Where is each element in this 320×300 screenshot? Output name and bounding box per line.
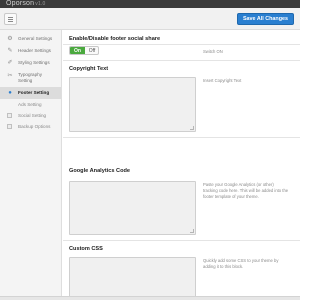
hamburger-line xyxy=(8,17,13,18)
copyright-help: Insert Copyright Text xyxy=(203,78,242,83)
custom-css-title: Custom CSS xyxy=(69,246,103,252)
sidebar-item-footer[interactable]: ● Footer Setting xyxy=(0,87,61,99)
save-all-changes-button[interactable]: Save All Changes xyxy=(236,13,294,25)
pencil-icon: ✎ xyxy=(7,48,13,54)
brand-logo: Oporsonv1.0 xyxy=(6,0,46,8)
social-share-title: Enable/Disable footer social share xyxy=(69,36,161,42)
sidebar-item-label: Header Settings xyxy=(18,48,51,53)
main-content: Enable/Disable footer social share On Of… xyxy=(63,30,300,300)
divider xyxy=(63,240,300,241)
divider xyxy=(63,137,300,138)
sidebar-item-label: Social Setting xyxy=(18,113,47,118)
sidebar-item-label: Footer Setting xyxy=(18,90,50,95)
footer-icon: ● xyxy=(8,90,12,96)
brand-version: v1.0 xyxy=(35,1,46,7)
copyright-title: Copyright Text xyxy=(69,66,109,72)
sidebar-item-label: Ads Setting xyxy=(18,102,42,107)
wrench-icon: ✂ xyxy=(7,73,13,79)
sidebar-item-label: Styling Settings xyxy=(18,60,50,65)
hamburger-line xyxy=(8,21,13,22)
sidebar-item-label: Backup Options xyxy=(18,124,51,129)
sidebar-item-ads[interactable]: Ads Setting xyxy=(0,99,61,110)
sidebar-item-social[interactable]: Social Setting xyxy=(0,110,61,121)
toggle-on[interactable]: On xyxy=(70,47,85,54)
divider xyxy=(63,44,300,45)
bottom-bar xyxy=(0,296,300,300)
gear-icon: ⚙ xyxy=(7,36,13,42)
checkbox-icon xyxy=(7,113,12,118)
sidebar-item-styling[interactable]: ✐ Styling Settings xyxy=(0,57,61,69)
sidebar: ⚙ General Settings ✎ Header Settings ✐ S… xyxy=(0,30,62,300)
checkbox-icon xyxy=(7,124,12,129)
hamburger-line xyxy=(8,19,13,20)
custom-css-textarea[interactable] xyxy=(69,257,196,300)
analytics-help: Paste your Google Analytics (or other) t… xyxy=(203,182,289,199)
divider xyxy=(63,60,300,61)
sidebar-item-header[interactable]: ✎ Header Settings xyxy=(0,45,61,57)
social-share-help: Switch ON xyxy=(203,49,223,54)
copyright-textarea[interactable] xyxy=(69,77,196,132)
sidebar-item-typography[interactable]: ✂ Typography Setting xyxy=(0,69,61,87)
toggle-off[interactable]: Off xyxy=(85,47,98,54)
sidebar-item-general[interactable]: ⚙ General Settings xyxy=(0,33,61,45)
analytics-textarea[interactable] xyxy=(69,181,196,235)
sidebar-item-label: Typography Setting xyxy=(18,72,43,83)
custom-css-help: Quickly add some CSS to your theme by ad… xyxy=(203,258,279,269)
menu-toggle-button[interactable] xyxy=(4,13,17,25)
toolbar: Save All Changes xyxy=(0,8,300,30)
sidebar-item-backup[interactable]: Backup Options xyxy=(0,121,61,132)
top-header: Oporsonv1.0 xyxy=(0,0,300,8)
brand-name: Oporson xyxy=(6,0,35,7)
sidebar-item-label: General Settings xyxy=(18,36,53,41)
resize-grip-icon[interactable] xyxy=(190,126,194,130)
brush-icon: ✐ xyxy=(7,60,13,66)
analytics-title: Google Analytics Code xyxy=(69,168,131,174)
social-share-toggle[interactable]: On Off xyxy=(69,46,99,55)
resize-grip-icon[interactable] xyxy=(190,229,194,233)
